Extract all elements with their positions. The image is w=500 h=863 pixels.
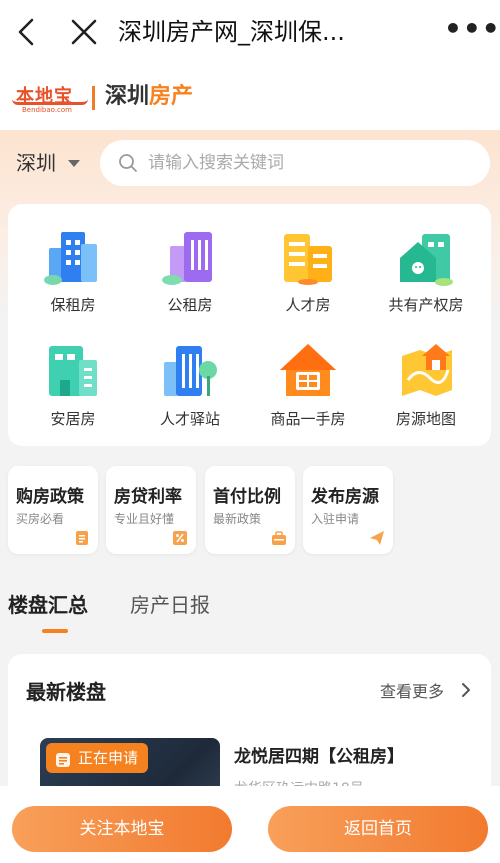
map-house-icon [396, 340, 456, 400]
category-label: 安居房 [50, 410, 96, 428]
building-tree-icon [160, 340, 220, 400]
category-item-shared-ownership[interactable]: 共有产权房 [366, 226, 486, 326]
status-badge-label: 正在申请 [78, 749, 139, 767]
document-icon [74, 530, 90, 546]
quick-link-subtitle: 最新政策 [213, 512, 262, 526]
buildings-blue-icon [43, 226, 103, 286]
city-selector[interactable]: 深圳 [16, 150, 56, 176]
brand-header: 本地宝 Bendibao.com 深圳房产 [0, 64, 500, 130]
application-icon [54, 749, 72, 767]
brand-divider [92, 86, 95, 110]
section-title: 最新楼盘 [26, 680, 106, 704]
quick-link-down-payment[interactable]: 首付比例 最新政策 [205, 466, 295, 554]
category-item-settled-housing[interactable]: 安居房 [13, 340, 133, 440]
category-label: 人才房 [285, 296, 331, 314]
category-grid: 保租房 公租房 人才房 共有产权房 安居房 人才驿站 商品一手房 房源地图 [8, 204, 491, 446]
quick-link-subtitle: 入驻申请 [311, 512, 360, 526]
quick-link-subtitle: 专业且好懂 [114, 512, 175, 526]
more-menu-icon[interactable]: ••• [444, 14, 500, 50]
property-name[interactable]: 龙悦居四期【公租房】 [234, 742, 404, 767]
buildings-yellow-icon [278, 226, 338, 286]
quick-link-title: 首付比例 [213, 487, 281, 507]
status-badge: 正在申请 [46, 743, 149, 773]
category-item-public-rental[interactable]: 公租房 [130, 226, 250, 326]
close-icon[interactable] [68, 14, 100, 50]
brand-name: 深圳房产 [105, 82, 193, 112]
house-orange-icon [278, 340, 338, 400]
active-tab-indicator [42, 629, 68, 633]
logo-swoosh [12, 99, 88, 105]
briefcase-icon [271, 530, 287, 546]
category-label: 共有产权房 [388, 296, 464, 314]
bendibao-logo[interactable]: 本地宝 Bendibao.com [12, 80, 88, 120]
search-input[interactable] [148, 140, 468, 186]
tab-listings-summary[interactable]: 楼盘汇总 [8, 590, 88, 620]
category-label: 公租房 [167, 296, 213, 314]
back-arrow-icon[interactable] [12, 14, 44, 50]
chevron-right-icon[interactable] [460, 682, 472, 698]
send-icon [369, 530, 385, 546]
caret-down-icon[interactable] [68, 160, 80, 167]
brand-name-city: 深圳 [105, 84, 150, 109]
quick-link-subtitle: 买房必看 [16, 512, 65, 526]
back-home-button[interactable]: 返回首页 [268, 806, 488, 852]
house-green-icon [396, 226, 456, 286]
category-label: 保租房 [50, 296, 96, 314]
top-nav-bar: 深圳房产网_深圳保... ••• [0, 0, 500, 64]
category-item-new-homes[interactable]: 商品一手房 [248, 340, 368, 440]
follow-button[interactable]: 关注本地宝 [12, 806, 232, 852]
quick-link-purchase-policy[interactable]: 购房政策 买房必看 [8, 466, 98, 554]
search-icon [118, 153, 138, 173]
percent-icon [172, 530, 188, 546]
category-label: 商品一手房 [270, 410, 346, 428]
quick-link-title: 发布房源 [311, 487, 379, 507]
category-item-rental-housing[interactable]: 保租房 [13, 226, 133, 326]
category-item-talent-station[interactable]: 人才驿站 [130, 340, 250, 440]
building-teal-icon [43, 340, 103, 400]
category-item-talent-housing[interactable]: 人才房 [248, 226, 368, 326]
page-title: 深圳房产网_深圳保... [118, 18, 345, 46]
logo-subtext: Bendibao.com [22, 106, 73, 114]
quick-link-mortgage-rate[interactable]: 房贷利率 专业且好懂 [106, 466, 196, 554]
buildings-purple-icon [160, 226, 220, 286]
search-bar[interactable] [100, 140, 490, 186]
bottom-action-bar: 关注本地宝 返回首页 [0, 786, 500, 863]
brand-name-section: 房产 [149, 84, 194, 109]
category-label: 人才驿站 [159, 410, 220, 428]
category-label: 房源地图 [395, 410, 456, 428]
quick-link-title: 购房政策 [16, 487, 84, 507]
tab-daily-report[interactable]: 房产日报 [130, 590, 210, 620]
quick-link-title: 房贷利率 [114, 487, 182, 507]
quick-link-post-listing[interactable]: 发布房源 入驻申请 [303, 466, 393, 554]
see-more-link[interactable]: 查看更多 [380, 678, 444, 702]
category-item-housing-map[interactable]: 房源地图 [366, 340, 486, 440]
